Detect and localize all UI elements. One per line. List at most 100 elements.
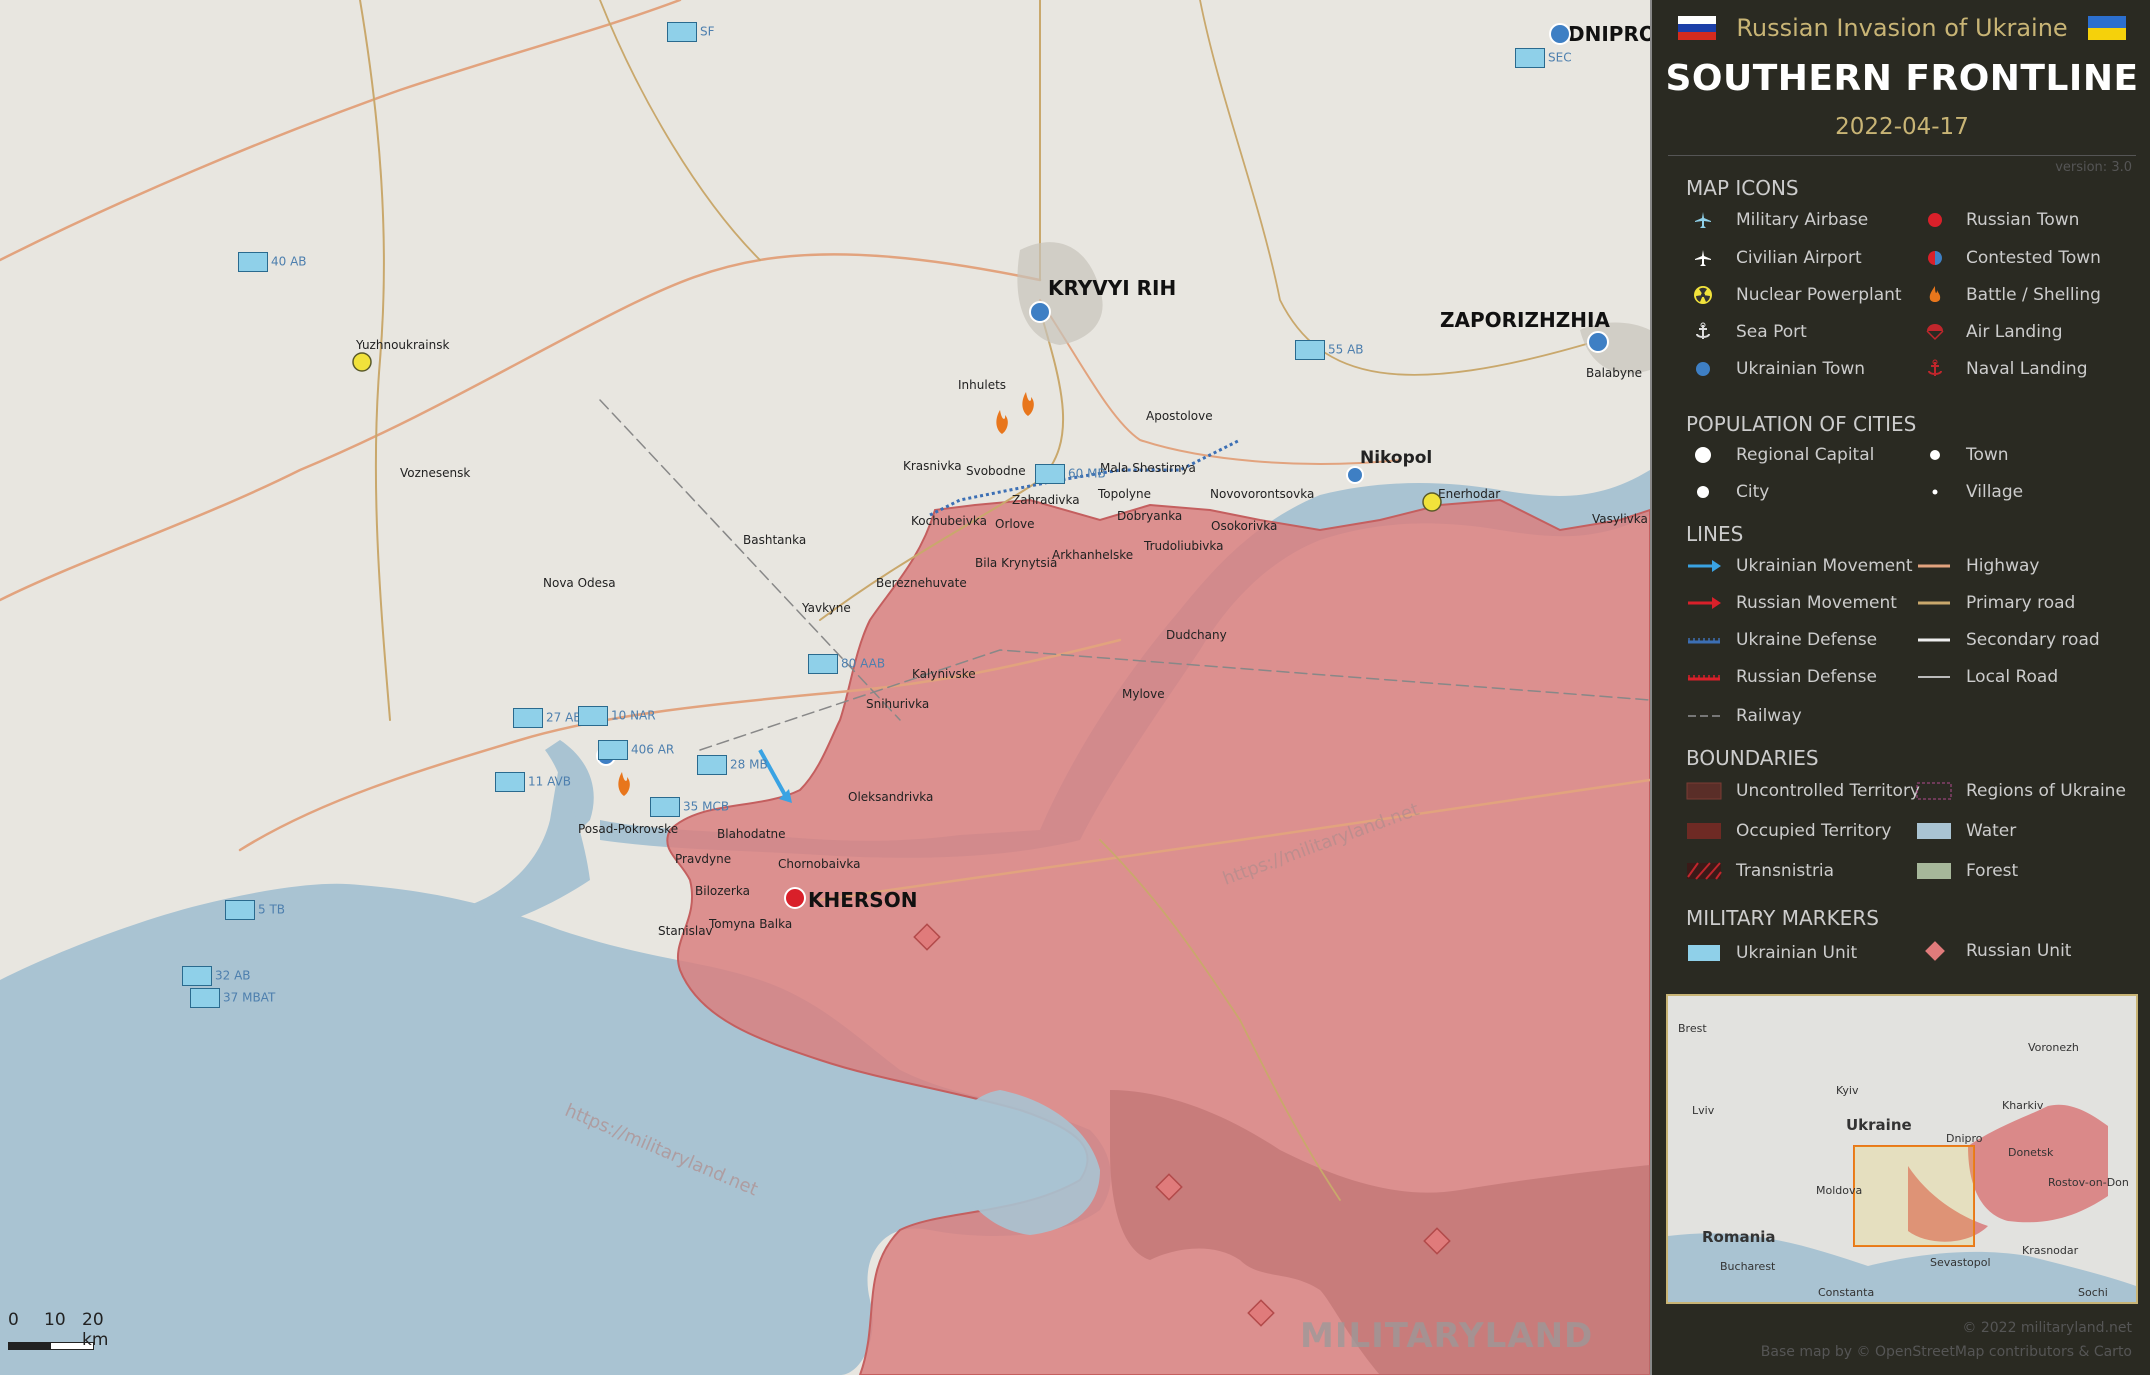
inset-label: Brest xyxy=(1678,1022,1707,1035)
contested-town-icon xyxy=(1922,248,1948,268)
ukrainian-unit-marker[interactable]: 40 AB xyxy=(238,252,307,272)
place-label: Bashtanka xyxy=(743,533,807,547)
inset-label: Constanta xyxy=(1818,1286,1875,1299)
regional-capital-icon xyxy=(1690,445,1716,465)
place-label: Zahradivka xyxy=(1012,493,1080,507)
legend-local-road: Local Road xyxy=(1966,667,2059,687)
ukrainian-unit-marker[interactable]: SEC xyxy=(1515,48,1572,68)
legend-ukrainian-movement: Ukrainian Movement xyxy=(1736,556,1913,576)
place-label: Yavkyne xyxy=(802,601,851,615)
place-label: Bilozerka xyxy=(695,884,750,898)
scale-bar: 0 10 20 km xyxy=(8,1310,109,1350)
inset-label: Moldova xyxy=(1816,1184,1863,1197)
place-label: Topolyne xyxy=(1098,487,1152,501)
ukrainian-unit-marker[interactable]: 27 AB xyxy=(513,708,582,728)
ukrainian-unit-marker[interactable]: 35 MCB xyxy=(650,797,729,817)
forest-swatch xyxy=(1916,861,1952,881)
legend-regional-capital: Regional Capital xyxy=(1736,445,1875,465)
section-population: POPULATION OF CITIES xyxy=(1686,412,1917,436)
place-label: Nova Odesa xyxy=(543,576,616,590)
legend-military-airbase: Military Airbase xyxy=(1736,210,1869,230)
occupied-territory-swatch xyxy=(1686,821,1722,841)
section-lines: LINES xyxy=(1686,522,1744,546)
place-label: Snihurivka xyxy=(866,697,930,711)
place-label: Arkhanhelske xyxy=(1052,548,1134,562)
legend-nuclear-powerplant: Nuclear Powerplant xyxy=(1736,285,1902,305)
legend-ukrainian-unit: Ukrainian Unit xyxy=(1736,943,1858,963)
panel-heading: SOUTHERN FRONTLINE xyxy=(1665,58,2139,99)
nuclear-icon xyxy=(1690,285,1716,305)
divider xyxy=(1668,155,2136,156)
ukrainian-unit-marker[interactable]: 32 AB xyxy=(182,966,251,986)
legend-russian-town: Russian Town xyxy=(1966,210,2080,230)
primary-road-icon xyxy=(1916,593,1952,613)
legend-secondary-road: Secondary road xyxy=(1966,630,2100,650)
place-label: Mala Shestirnya xyxy=(1100,461,1196,475)
section-military-markers: MILITARY MARKERS xyxy=(1686,906,1879,930)
ukrainian-unit-marker[interactable]: 60 MB xyxy=(1035,464,1106,484)
map-area[interactable]: KRYVYI RIH ZAPORIZHZHIA KHERSON DNIPRO Y… xyxy=(0,0,1650,1375)
ukrainian-unit-marker[interactable]: 5 TB xyxy=(225,900,285,920)
anchor-icon xyxy=(1690,322,1716,342)
fire-icon xyxy=(1922,285,1948,305)
ukrainian-unit-marker[interactable]: 11 AVB xyxy=(495,772,571,792)
legend-regions: Regions of Ukraine xyxy=(1966,781,2126,801)
inset-label: Voronezh xyxy=(2028,1041,2079,1054)
place-label: Posad-Pokrovske xyxy=(578,822,679,836)
inset-label-ukraine: Ukraine xyxy=(1846,1116,1912,1134)
ukrainian-unit-marker[interactable]: 406 AR xyxy=(598,740,674,760)
panel-date: 2022-04-17 xyxy=(1835,114,1969,140)
legend-uncontrolled-territory: Uncontrolled Territory xyxy=(1736,781,1920,801)
inset-label: Bucharest xyxy=(1720,1260,1776,1273)
legend-village: Village xyxy=(1966,482,2024,502)
russian-movement-arrow-icon xyxy=(1686,593,1722,613)
city-icon xyxy=(1690,482,1716,502)
russian-unit-swatch xyxy=(1922,941,1948,961)
ukrainian-unit-marker[interactable]: 10 NAR xyxy=(578,706,656,726)
city-kherson[interactable]: KHERSON xyxy=(808,888,917,912)
city-kryvyi-rih[interactable]: KRYVYI RIH xyxy=(1048,276,1176,300)
legend-russian-movement: Russian Movement xyxy=(1736,593,1897,613)
ukrainian-unit-marker[interactable]: 28 MB xyxy=(697,755,768,775)
place-label: Blahodatne xyxy=(717,827,786,841)
inset-label: Sevastopol xyxy=(1930,1256,1991,1269)
legend-russian-unit: Russian Unit xyxy=(1966,941,2072,961)
ukrainian-unit-swatch xyxy=(1686,943,1722,963)
ukrainian-unit-marker[interactable]: 37 MBAT xyxy=(190,988,275,1008)
inset-label: Lviv xyxy=(1692,1104,1715,1117)
local-road-icon xyxy=(1916,667,1952,687)
railway-line-icon xyxy=(1686,706,1722,726)
city-nikopol[interactable]: Nikopol xyxy=(1360,448,1432,468)
civilian-airport-icon xyxy=(1690,248,1716,268)
city-zaporizhzhia[interactable]: ZAPORIZHZHIA xyxy=(1440,308,1610,332)
legend-water: Water xyxy=(1966,821,2017,841)
ukrainian-unit-marker[interactable]: SF xyxy=(667,22,715,42)
place-label: Kalynivske xyxy=(912,667,976,681)
inset-label-romania: Romania xyxy=(1702,1228,1776,1246)
city-dnipro[interactable]: DNIPRO xyxy=(1568,22,1650,46)
inset-label: Kyiv xyxy=(1836,1084,1859,1097)
place-label: Dudchany xyxy=(1166,628,1227,642)
ukrainian-unit-marker[interactable]: 80 AAB xyxy=(808,654,885,674)
place-label: Bereznehuvate xyxy=(876,576,967,590)
legend-forest: Forest xyxy=(1966,861,2019,881)
place-label: Orlove xyxy=(995,517,1035,531)
basemap-credit: Base map by © OpenStreetMap contributors… xyxy=(1760,1344,2132,1360)
place-label: Apostolove xyxy=(1146,409,1213,423)
ukrainian-town-icon xyxy=(1690,359,1716,379)
village-icon xyxy=(1922,482,1948,502)
place-label: Chornobaivka xyxy=(778,857,861,871)
copyright: © 2022 militaryland.net xyxy=(1962,1320,2132,1336)
legend-town: Town xyxy=(1966,445,2009,465)
place-label: Balabyne xyxy=(1586,366,1642,380)
place-label: Dobryanka xyxy=(1117,509,1183,523)
place-label: Mylove xyxy=(1122,687,1165,701)
inset-map[interactable]: Brest Voronezh Lviv Kyiv Kharkiv Ukraine… xyxy=(1666,994,2138,1304)
place-label: Svobodne xyxy=(966,464,1026,478)
ukrainian-unit-marker[interactable]: 55 AB xyxy=(1295,340,1364,360)
place-label: Yuzhnoukrainsk xyxy=(356,338,450,352)
place-label: Inhulets xyxy=(958,378,1007,392)
place-label: Trudoliubivka xyxy=(1144,539,1224,553)
legend-battle-shelling: Battle / Shelling xyxy=(1966,285,2101,305)
legend-naval-landing: Naval Landing xyxy=(1966,359,2088,379)
